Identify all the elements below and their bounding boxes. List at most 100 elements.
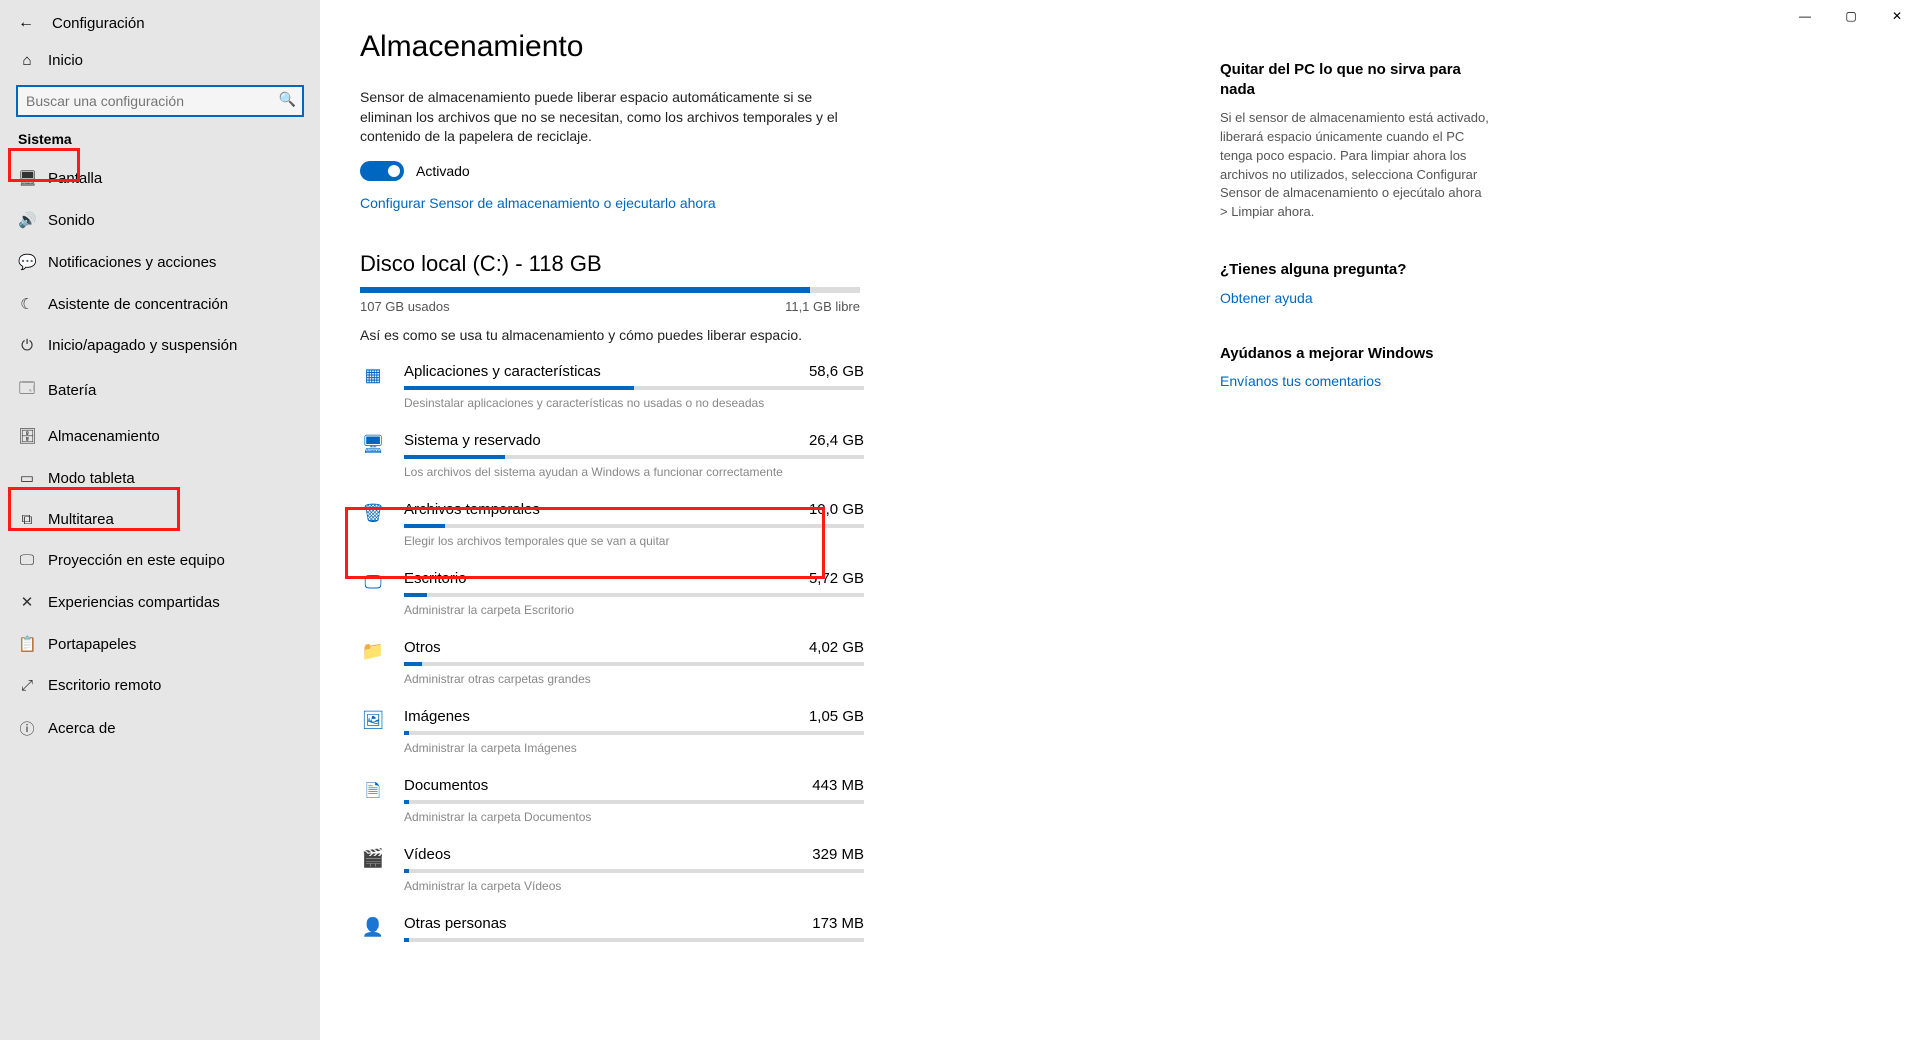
close-button[interactable]: ✕: [1874, 0, 1920, 32]
nav-list: 🖥Pantalla🔊Sonido💬Notificaciones y accion…: [0, 157, 320, 751]
category-size: 329 MB: [812, 846, 864, 863]
sidebar-item-2[interactable]: 💬Notificaciones y acciones: [0, 241, 320, 283]
storage-category-0[interactable]: ▦Aplicaciones y características58,6 GBDe…: [360, 363, 1180, 410]
sidebar-item-0[interactable]: 🖥Pantalla: [0, 157, 320, 199]
category-size: 10,0 GB: [809, 501, 864, 518]
category-name: Aplicaciones y características: [404, 363, 601, 380]
nav-label: Batería: [48, 382, 96, 399]
storage-category-4[interactable]: 📁Otros4,02 GBAdministrar otras carpetas …: [360, 639, 1180, 686]
storage-sense-toggle[interactable]: [360, 161, 404, 181]
home-button[interactable]: ⌂ Inicio: [0, 42, 320, 79]
sidebar-item-1[interactable]: 🔊Sonido: [0, 199, 320, 241]
aside-text: Si el sensor de almacenamiento está acti…: [1220, 109, 1492, 222]
nav-label: Proyección en este equipo: [48, 552, 225, 569]
category-name: Archivos temporales: [404, 501, 540, 518]
sidebar-item-8[interactable]: ⧉Multitarea: [0, 499, 320, 540]
home-icon: ⌂: [18, 52, 36, 69]
sidebar-item-11[interactable]: 📋 Portapapeles: [0, 623, 320, 665]
nav-icon: 🗄: [18, 427, 36, 445]
minimize-button[interactable]: —: [1782, 0, 1828, 32]
nav-label: Modo tableta: [48, 470, 135, 487]
sidebar-item-10[interactable]: ✕Experiencias compartidas: [0, 581, 320, 623]
sidebar-item-13[interactable]: ⓘ Acerca de: [0, 706, 320, 751]
category-bar: [404, 731, 864, 735]
nav-icon: 🖥: [18, 169, 36, 187]
storage-category-1[interactable]: 🖥Sistema y reservado26,4 GBLos archivos …: [360, 432, 1180, 479]
configure-storage-sense-link[interactable]: Configurar Sensor de almacenamiento o ej…: [360, 195, 1180, 211]
category-hint: Administrar la carpeta Vídeos: [404, 879, 864, 893]
toggle-label: Activado: [416, 163, 470, 179]
content: Almacenamiento Sensor de almacenamiento …: [320, 0, 1220, 1040]
nav-label: Almacenamiento: [48, 428, 160, 445]
storage-category-2[interactable]: 🗑Archivos temporales10,0 GBElegir los ar…: [360, 501, 1180, 548]
sidebar-item-6[interactable]: 🗄 Almacenamiento: [0, 415, 320, 457]
category-bar: [404, 455, 864, 459]
aside-title: ¿Tienes alguna pregunta?: [1220, 260, 1492, 280]
storage-category-3[interactable]: 🖵Escritorio5,72 GBAdministrar la carpeta…: [360, 570, 1180, 617]
category-bar: [404, 662, 864, 666]
window-controls: — ▢ ✕: [1782, 0, 1920, 32]
category-hint: Desinstalar aplicaciones y característic…: [404, 396, 864, 410]
sidebar-section-header: Sistema: [0, 121, 320, 157]
aside-title: Quitar del PC lo que no sirva para nada: [1220, 60, 1492, 99]
category-name: Sistema y reservado: [404, 432, 541, 449]
category-size: 173 MB: [812, 915, 864, 932]
back-arrow-icon[interactable]: ←: [18, 14, 34, 32]
category-icon: 🖵: [360, 570, 386, 617]
sidebar-item-7[interactable]: ▭Modo tableta: [0, 457, 320, 499]
category-size: 443 MB: [812, 777, 864, 794]
drive-header: Disco local (C:) - 118 GB: [360, 251, 1180, 277]
category-size: 1,05 GB: [809, 708, 864, 725]
nav-label: Acerca de: [48, 720, 116, 737]
aside-block-0: Quitar del PC lo que no sirva para nada S…: [1220, 60, 1492, 222]
nav-label: Notificaciones y acciones: [48, 254, 216, 271]
category-hint: Elegir los archivos temporales que se va…: [404, 534, 864, 548]
category-icon: 📁: [360, 639, 386, 686]
breakdown-desc: Así es como se usa tu almacenamiento y c…: [360, 326, 840, 346]
disk-usage-bar: [360, 287, 860, 293]
storage-category-8[interactable]: 👤Otras personas173 MB: [360, 915, 1180, 948]
nav-label: Escritorio remoto: [48, 677, 161, 694]
nav-icon: 🖵: [18, 552, 36, 569]
category-hint: Administrar la carpeta Documentos: [404, 810, 864, 824]
category-icon: 🖥: [360, 432, 386, 479]
sidebar-item-12[interactable]: ⤢Escritorio remoto: [0, 665, 320, 706]
category-size: 26,4 GB: [809, 432, 864, 449]
nav-label: Portapapeles: [48, 636, 136, 653]
aside-link[interactable]: Envíanos tus comentarios: [1220, 373, 1492, 389]
aside-panel: Quitar del PC lo que no sirva para nada S…: [1220, 0, 1520, 1040]
sidebar-item-3[interactable]: ☾ Asistente de concentración: [0, 283, 320, 325]
storage-category-6[interactable]: 🗎 Documentos 443 MB Administrar la carpeta …: [360, 777, 1180, 824]
sidebar-item-4[interactable]: ⏻Inicio/apagado y suspensión: [0, 325, 320, 366]
sidebar-item-5[interactable]: 🗔 Batería: [0, 366, 320, 415]
category-bar: [404, 524, 864, 528]
maximize-button[interactable]: ▢: [1828, 0, 1874, 32]
nav-icon: ✕: [18, 593, 36, 611]
sidebar-item-9[interactable]: 🖵 Proyección en este equipo: [0, 540, 320, 581]
aside-link[interactable]: Obtener ayuda: [1220, 290, 1492, 306]
nav-icon: 🔊: [18, 211, 36, 229]
category-icon: 🎬: [360, 846, 386, 893]
page-title: Almacenamiento: [360, 30, 1180, 64]
aside-block-1: ¿Tienes alguna pregunta? Obtener ayuda: [1220, 260, 1492, 306]
nav-icon: ☾: [18, 295, 36, 313]
storage-category-7[interactable]: 🎬Vídeos329 MBAdministrar la carpeta Víde…: [360, 846, 1180, 893]
category-bar: [404, 869, 864, 873]
search-input[interactable]: [16, 85, 304, 117]
storage-category-5[interactable]: 🖼Imágenes1,05 GBAdministrar la carpeta I…: [360, 708, 1180, 755]
category-list: ▦Aplicaciones y características58,6 GBDe…: [360, 363, 1180, 948]
category-hint: Administrar otras carpetas grandes: [404, 672, 864, 686]
category-size: 5,72 GB: [809, 570, 864, 587]
category-icon: 🖼: [360, 708, 386, 755]
nav-icon: ⓘ: [18, 718, 36, 739]
nav-label: Asistente de concentración: [48, 296, 228, 313]
nav-icon: 🗔: [18, 378, 36, 403]
category-icon: 🗎: [360, 777, 386, 824]
nav-icon: ⏻: [18, 337, 36, 354]
category-bar: [404, 938, 864, 942]
category-size: 58,6 GB: [809, 363, 864, 380]
category-name: Documentos: [404, 777, 488, 794]
storage-sense-desc: Sensor de almacenamiento puede liberar e…: [360, 88, 840, 147]
nav-icon: 📋: [18, 635, 36, 653]
category-bar: [404, 386, 864, 390]
